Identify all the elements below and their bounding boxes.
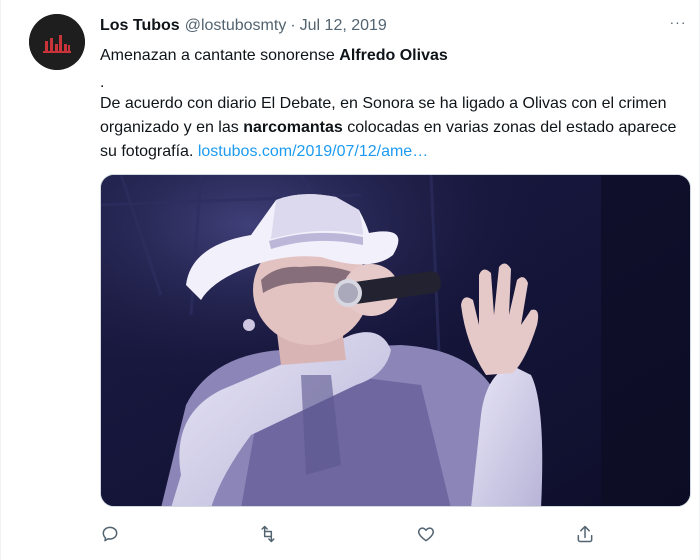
article-link[interactable]: lostubos.com/2019/07/12/ame… — [198, 143, 428, 160]
headline-text: Amenazan a cantante sonorense — [100, 47, 340, 64]
reply-icon — [102, 526, 118, 542]
author-name[interactable]: Los Tubos — [100, 17, 180, 35]
tweet-date[interactable]: Jul 12, 2019 — [300, 17, 387, 35]
retweet-button[interactable] — [252, 520, 284, 548]
heart-icon — [417, 527, 435, 542]
singer-photo-image — [101, 175, 690, 506]
more-options-button[interactable]: ··· — [664, 12, 692, 32]
tweet-headline: Amenazan a cantante sonorense Alfredo Ol… — [100, 44, 680, 68]
like-button[interactable] — [410, 520, 442, 548]
avatar[interactable] — [29, 14, 85, 70]
share-icon — [577, 525, 593, 543]
timeline-divider-left — [0, 0, 1, 560]
tweet-body: De acuerdo con diario El Debate, en Sono… — [100, 92, 680, 164]
tweet-card[interactable]: Los Tubos @lostubosmty · Jul 12, 2019 ··… — [0, 0, 700, 560]
more-icon: ··· — [669, 14, 687, 30]
body-bold-word: narcomantas — [243, 119, 343, 136]
author-handle[interactable]: @lostubosmty — [185, 17, 287, 35]
tweet-actions — [100, 520, 620, 550]
share-button[interactable] — [569, 520, 601, 548]
header-separator: · — [290, 17, 296, 34]
lostubos-logo-icon — [29, 14, 85, 70]
tweet-header: Los Tubos @lostubosmty · Jul 12, 2019 — [100, 15, 680, 37]
tweet-text: Amenazan a cantante sonorense Alfredo Ol… — [100, 44, 680, 164]
tweet-photo[interactable] — [100, 174, 691, 507]
retweet-icon — [261, 525, 275, 543]
tweet-dot-line: . — [100, 74, 105, 91]
headline-bold-name: Alfredo Olivas — [339, 47, 448, 64]
reply-button[interactable] — [94, 520, 126, 548]
